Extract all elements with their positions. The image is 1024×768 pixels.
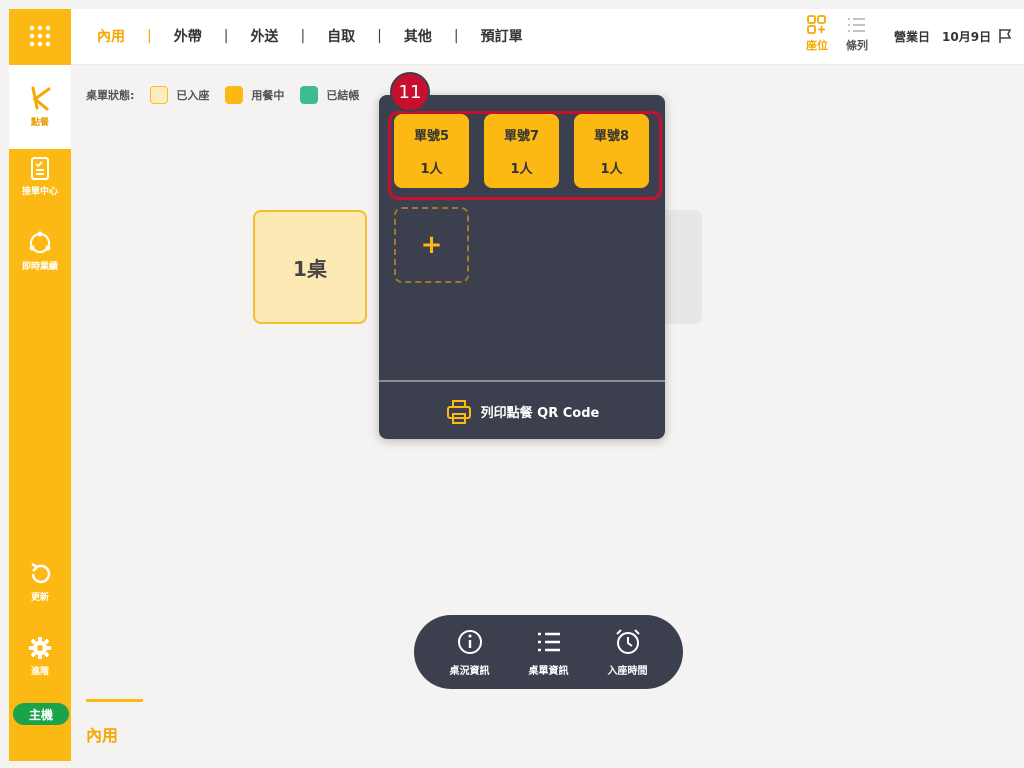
tab-separator: | bbox=[453, 28, 459, 44]
order-type-tabs: 內用 | 外帶 | 外送 | 自取 | 其他 | 預訂單 bbox=[97, 9, 523, 63]
list-view-button[interactable]: 條列 bbox=[846, 15, 868, 53]
seat-view-label: 座位 bbox=[806, 39, 828, 52]
sidebar-item-label: 進階 bbox=[30, 667, 49, 677]
printer-icon bbox=[446, 399, 471, 424]
seat-time-label: 入座時間 bbox=[607, 665, 648, 677]
table-status-legend: 桌單狀態: 已入座 用餐中 已結帳 bbox=[86, 86, 359, 104]
list-icon bbox=[848, 18, 865, 32]
legend-label-paid: 已結帳 bbox=[326, 89, 360, 102]
sidebar-item-label: 更新 bbox=[30, 593, 49, 603]
legend-label-dining: 用餐中 bbox=[251, 89, 285, 102]
tab-separator: | bbox=[223, 28, 229, 44]
order-info-button[interactable]: 桌單資訊 bbox=[529, 628, 569, 677]
tab-delivery[interactable]: 外送 bbox=[250, 26, 278, 46]
app-grid-icon[interactable] bbox=[9, 9, 71, 63]
popup-divider bbox=[379, 380, 665, 382]
table-card[interactable]: 1桌 bbox=[253, 210, 367, 324]
print-qr-label: 列印點餐 QR Code bbox=[480, 406, 600, 421]
tab-takeout[interactable]: 外帶 bbox=[174, 26, 202, 46]
seat-grid-icon bbox=[807, 15, 826, 34]
list-icon bbox=[537, 632, 560, 651]
tab-separator: | bbox=[147, 28, 152, 44]
seat-time-button[interactable]: 入座時間 bbox=[608, 628, 648, 677]
order-info-label: 桌單資訊 bbox=[528, 665, 569, 677]
sidebar-item-order-center[interactable]: 接單中心 bbox=[9, 155, 71, 197]
info-icon bbox=[457, 629, 482, 654]
mode-label: 內用 bbox=[86, 726, 119, 745]
table-card-background bbox=[664, 210, 702, 324]
tab-other[interactable]: 其他 bbox=[404, 26, 432, 46]
tab-pickup[interactable]: 自取 bbox=[327, 26, 355, 46]
business-day-label: 營業日 bbox=[894, 29, 931, 44]
tab-dine-in[interactable]: 內用 bbox=[97, 26, 125, 46]
legend-swatch-seated bbox=[150, 86, 169, 104]
business-day: 營業日 10月9日 bbox=[894, 9, 1015, 63]
table-info-label: 桌況資訊 bbox=[449, 665, 490, 677]
add-order-button[interactable]: + bbox=[394, 207, 469, 283]
sidebar-item-advanced[interactable]: 進階 bbox=[9, 635, 71, 677]
bottom-toolbar: 桌況資訊 桌單資訊 入座時間 bbox=[414, 615, 683, 689]
host-badge: 主機 bbox=[13, 703, 69, 725]
tab-separator: | bbox=[377, 28, 382, 44]
table-info-button[interactable]: 桌況資訊 bbox=[450, 628, 490, 677]
step-badge: 11 bbox=[390, 72, 430, 112]
sidebar-item-order[interactable]: 點餐 bbox=[9, 65, 71, 149]
top-bar: 內用 | 外帶 | 外送 | 自取 | 其他 | 預訂單 座位 條列 營業日 1… bbox=[71, 9, 1024, 65]
seat-view-button[interactable]: 座位 bbox=[806, 15, 828, 53]
print-qr-button[interactable]: 列印點餐 QR Code bbox=[379, 384, 665, 439]
sidebar-item-label: 即時業績 bbox=[21, 262, 58, 272]
sidebar-item-label: 點餐 bbox=[30, 118, 49, 128]
mode-indicator bbox=[86, 699, 143, 702]
list-view-label: 條列 bbox=[846, 39, 868, 52]
refresh-icon bbox=[31, 562, 51, 584]
logo-k-icon bbox=[31, 86, 51, 111]
sidebar-item-live-sales[interactable]: 即時業績 bbox=[9, 230, 71, 272]
gear-icon bbox=[29, 637, 51, 659]
sidebar: 點餐 接單中心 即時業績 更新 進階 主機 bbox=[9, 9, 71, 761]
tab-separator: | bbox=[300, 28, 306, 44]
alarm-clock-icon bbox=[615, 628, 640, 654]
sidebar-item-refresh[interactable]: 更新 bbox=[9, 561, 71, 603]
legend-title: 桌單狀態: bbox=[86, 89, 135, 102]
tab-reservation[interactable]: 預訂單 bbox=[481, 26, 523, 46]
clipboard-icon bbox=[31, 157, 49, 180]
highlight-box bbox=[388, 111, 662, 200]
legend-swatch-dining bbox=[225, 86, 244, 104]
legend-swatch-paid bbox=[300, 86, 319, 104]
legend-label-seated: 已入座 bbox=[176, 89, 210, 102]
network-cycle-icon bbox=[29, 231, 51, 253]
business-date: 10月9日 bbox=[942, 29, 992, 44]
sidebar-item-label: 接單中心 bbox=[21, 187, 58, 197]
flag-icon[interactable] bbox=[997, 27, 1015, 45]
